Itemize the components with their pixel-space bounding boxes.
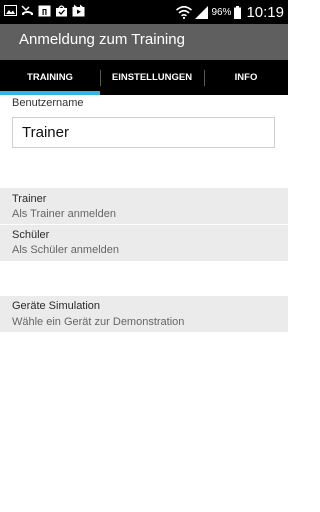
- list-item-subtitle: Als Schüler anmelden: [12, 244, 120, 256]
- username-input[interactable]: [12, 117, 275, 148]
- list-item-title: Trainer: [12, 193, 47, 205]
- wifi-icon: [176, 5, 193, 19]
- battery-icon: [234, 5, 242, 19]
- status-bar: 96% 10:19: [0, 0, 288, 24]
- video-icon: [72, 4, 85, 17]
- list-item-subtitle: Wähle ein Gerät zur Demonstration: [12, 316, 185, 328]
- system-icons: 96% 10:19: [176, 2, 284, 22]
- list-item-title: Geräte Simulation: [12, 300, 101, 312]
- list-item-trainer[interactable]: Trainer Als Trainer anmelden: [0, 188, 288, 224]
- tab-info[interactable]: INFO: [204, 60, 288, 95]
- app-title: Anmeldung zum Training: [19, 31, 185, 48]
- list-item-geraete-simulation[interactable]: Geräte Simulation Wähle ein Gerät zur De…: [0, 296, 288, 332]
- signal-icon: [195, 5, 209, 19]
- tab-einstellungen[interactable]: EINSTELLUNGEN: [100, 60, 204, 95]
- action-bar: Anmeldung zum Training: [0, 24, 288, 60]
- status-clock: 10:19: [246, 3, 284, 21]
- calendar-icon: [38, 5, 51, 17]
- gallery-icon: [4, 5, 17, 16]
- tab-bar: TRAINING EINSTELLUNGEN INFO: [0, 60, 288, 95]
- notification-icons: [4, 4, 85, 17]
- bag-icon: [56, 5, 67, 17]
- username-label: Benutzername: [12, 97, 84, 109]
- tab-training[interactable]: TRAINING: [0, 60, 100, 95]
- selected-tab-indicator: [0, 91, 100, 95]
- list-item-title: Schüler: [12, 229, 50, 241]
- battery-percentage: 96%: [211, 6, 232, 18]
- list-item-subtitle: Als Trainer anmelden: [12, 208, 116, 220]
- missed-call-icon: [21, 5, 33, 15]
- list-item-schueler[interactable]: Schüler Als Schüler anmelden: [0, 225, 288, 261]
